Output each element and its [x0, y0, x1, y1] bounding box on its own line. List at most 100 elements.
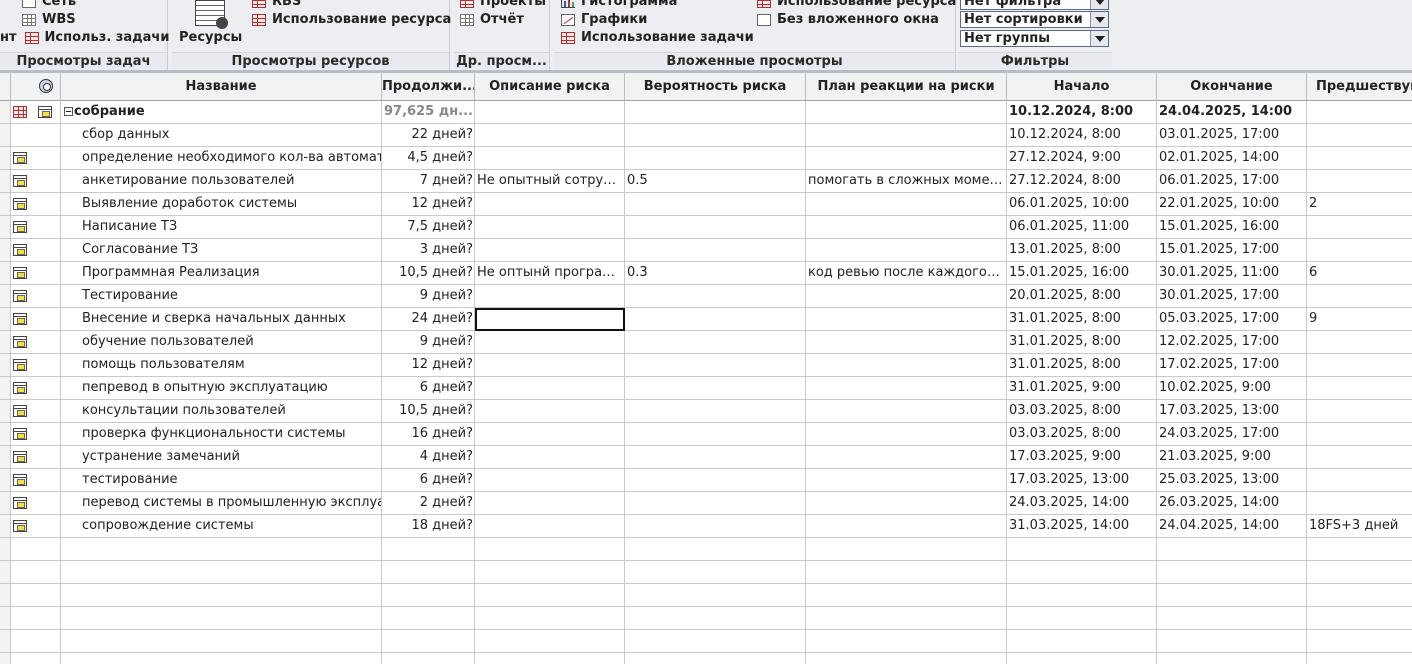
- start-date-cell[interactable]: 31.01.2025, 8:00: [1007, 331, 1157, 354]
- indicators-column-header[interactable]: [11, 73, 61, 101]
- table-row-summary[interactable]: собрание 97,625 дн... 10.12.2024, 8:00 24.0…: [0, 101, 1412, 124]
- start-date-cell[interactable]: 10.12.2024, 8:00: [1007, 124, 1157, 147]
- row-selector[interactable]: [0, 170, 11, 193]
- task-name-cell[interactable]: Внесение и сверка начальных данных: [61, 308, 382, 331]
- task-duration-cell[interactable]: 18 дней?: [382, 515, 475, 538]
- finish-date-cell[interactable]: 15.01.2025, 17:00: [1157, 239, 1307, 262]
- table-row[interactable]: Выявление доработок системы 12 дней? 06.01…: [0, 193, 1412, 216]
- row-selector[interactable]: [0, 377, 11, 400]
- empty-cell[interactable]: [1007, 630, 1157, 653]
- empty-cell[interactable]: [475, 561, 625, 584]
- risk-description-cell[interactable]: [475, 239, 625, 262]
- empty-cell[interactable]: [61, 561, 382, 584]
- column-header-predecessors[interactable]: Предшествую: [1307, 73, 1412, 101]
- finish-date-cell[interactable]: 05.03.2025, 17:00: [1157, 308, 1307, 331]
- empty-cell[interactable]: [382, 538, 475, 561]
- task-duration-cell[interactable]: 16 дней?: [382, 423, 475, 446]
- risk-description-cell[interactable]: [475, 216, 625, 239]
- empty-cell[interactable]: [1307, 630, 1412, 653]
- finish-date-cell[interactable]: 30.01.2025, 17:00: [1157, 285, 1307, 308]
- predecessors-cell[interactable]: [1307, 331, 1412, 354]
- empty-cell[interactable]: [0, 561, 11, 584]
- risk-description-cell[interactable]: [475, 400, 625, 423]
- empty-cell[interactable]: [1307, 561, 1412, 584]
- finish-date-cell[interactable]: 25.03.2025, 13:00: [1157, 469, 1307, 492]
- risk-probability-cell[interactable]: [625, 147, 806, 170]
- risk-probability-cell[interactable]: [625, 216, 806, 239]
- task-name-cell[interactable]: Написание ТЗ: [61, 216, 382, 239]
- task-name-cell[interactable]: сопровождение системы: [61, 515, 382, 538]
- start-date-cell[interactable]: 17.03.2025, 9:00: [1007, 446, 1157, 469]
- start-date-cell[interactable]: 13.01.2025, 8:00: [1007, 239, 1157, 262]
- task-name-cell[interactable]: перевод системы в промышленную эксплуата: [61, 492, 382, 515]
- ribbon-nested-resource-usage-button[interactable]: Использование ресурса: [757, 0, 956, 11]
- start-date-cell[interactable]: 31.01.2025, 8:00: [1007, 308, 1157, 331]
- empty-cell[interactable]: [0, 607, 11, 630]
- empty-cell[interactable]: [11, 630, 61, 653]
- empty-cell[interactable]: [475, 630, 625, 653]
- risk-description-cell[interactable]: [475, 492, 625, 515]
- predecessors-cell[interactable]: [1307, 492, 1412, 515]
- risk-probability-cell[interactable]: [625, 239, 806, 262]
- task-duration-cell[interactable]: 7 дней?: [382, 170, 475, 193]
- empty-cell[interactable]: [1307, 607, 1412, 630]
- table-row[interactable]: Тестирование 9 дней? 20.01.2025, 8:00 30.01…: [0, 285, 1412, 308]
- finish-date-cell[interactable]: 12.02.2025, 17:00: [1157, 331, 1307, 354]
- row-selector[interactable]: [0, 101, 11, 124]
- empty-cell[interactable]: [475, 607, 625, 630]
- risk-probability-cell[interactable]: [625, 423, 806, 446]
- risk-response-cell[interactable]: [806, 193, 1007, 216]
- finish-date-cell[interactable]: 10.02.2025, 9:00: [1157, 377, 1307, 400]
- risk-description-cell[interactable]: Не оптынй програм...: [475, 262, 625, 285]
- table-row[interactable]: пепревод в опытную эксплуатацию 6 дней? 31…: [0, 377, 1412, 400]
- table-row[interactable]: перевод системы в промышленную эксплуата…: [0, 492, 1412, 515]
- empty-cell[interactable]: [1007, 561, 1157, 584]
- summary-name-cell[interactable]: собрание: [61, 101, 382, 124]
- table-row[interactable]: Программная Реализация 10,5 дней? Не оптын…: [0, 262, 1412, 285]
- empty-cell[interactable]: [0, 653, 11, 664]
- column-header-start[interactable]: Начало: [1007, 73, 1157, 101]
- column-header-risk-response[interactable]: План реакции на риски: [806, 73, 1007, 101]
- row-selector[interactable]: [0, 400, 11, 423]
- empty-table-row[interactable]: [0, 630, 1412, 653]
- column-header-finish[interactable]: Окончание: [1157, 73, 1307, 101]
- task-duration-cell[interactable]: 12 дней?: [382, 193, 475, 216]
- summary-finish-cell[interactable]: 24.04.2025, 14:00: [1157, 101, 1307, 124]
- empty-cell[interactable]: [11, 653, 61, 664]
- empty-cell[interactable]: [61, 630, 382, 653]
- risk-probability-cell[interactable]: [625, 285, 806, 308]
- start-date-cell[interactable]: 27.12.2024, 8:00: [1007, 170, 1157, 193]
- table-row[interactable]: проверка функциональности системы 16 дней…: [0, 423, 1412, 446]
- empty-cell[interactable]: [61, 584, 382, 607]
- ribbon-projects-button[interactable]: Проекты: [460, 0, 546, 11]
- ribbon-wbs-button[interactable]: WBS: [0, 11, 76, 29]
- row-selector[interactable]: [0, 469, 11, 492]
- task-duration-cell[interactable]: 7,5 дней?: [382, 216, 475, 239]
- finish-date-cell[interactable]: 24.04.2025, 14:00: [1157, 515, 1307, 538]
- row-selector[interactable]: [0, 515, 11, 538]
- start-date-cell[interactable]: 24.03.2025, 14:00: [1007, 492, 1157, 515]
- table-row[interactable]: помощь пользователям 12 дней? 31.01.2025, …: [0, 354, 1412, 377]
- empty-cell[interactable]: [625, 538, 806, 561]
- risk-probability-cell[interactable]: [625, 331, 806, 354]
- summary-probability-cell[interactable]: [625, 101, 806, 124]
- risk-description-cell[interactable]: [475, 285, 625, 308]
- risk-response-cell[interactable]: [806, 331, 1007, 354]
- group-select[interactable]: Нет группы: [960, 30, 1109, 47]
- task-name-cell[interactable]: проверка функциональности системы: [61, 423, 382, 446]
- start-date-cell[interactable]: 06.01.2025, 11:00: [1007, 216, 1157, 239]
- task-duration-cell[interactable]: 24 дней?: [382, 308, 475, 331]
- table-row[interactable]: анкетирование пользователей 7 дней? Не опы…: [0, 170, 1412, 193]
- chevron-down-icon[interactable]: [1090, 0, 1108, 9]
- risk-response-cell[interactable]: [806, 147, 1007, 170]
- risk-probability-cell[interactable]: [625, 469, 806, 492]
- filter-select[interactable]: Нет фильтра: [960, 0, 1109, 10]
- empty-table-row[interactable]: [0, 538, 1412, 561]
- empty-cell[interactable]: [382, 653, 475, 664]
- empty-cell[interactable]: [382, 630, 475, 653]
- task-duration-cell[interactable]: 2 дней?: [382, 492, 475, 515]
- empty-cell[interactable]: [475, 584, 625, 607]
- table-row[interactable]: Написание ТЗ 7,5 дней? 06.01.2025, 11:00 15…: [0, 216, 1412, 239]
- ribbon-network-button[interactable]: Сеть: [0, 0, 76, 11]
- empty-table-row[interactable]: [0, 561, 1412, 584]
